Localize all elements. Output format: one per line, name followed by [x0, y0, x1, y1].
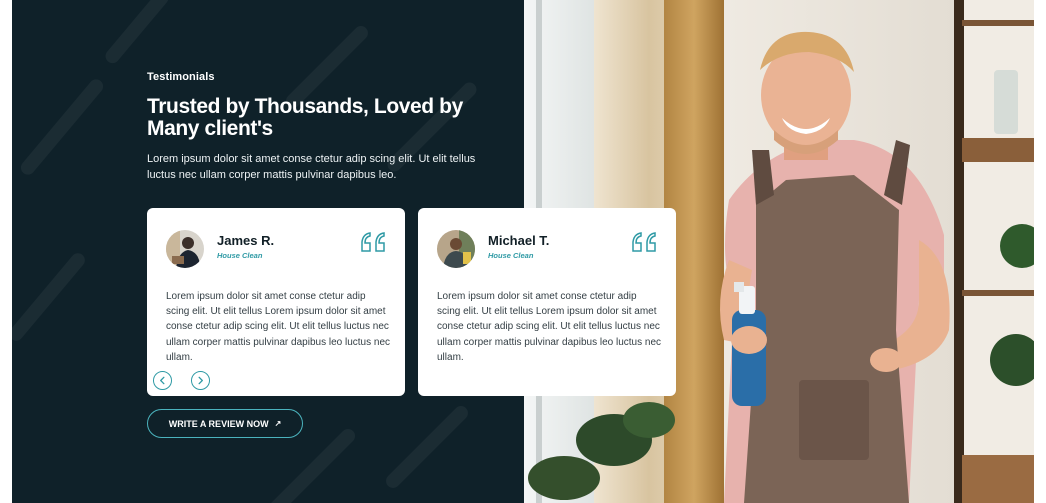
page-edge: [1034, 0, 1046, 503]
decor-streak: [383, 403, 471, 491]
quote-mark-icon: [361, 232, 385, 252]
section-headline: Trusted by Thousands, Loved by Many clie…: [147, 95, 463, 140]
testimonial-text: Lorem ipsum dolor sit amet conse ctetur …: [437, 291, 661, 363]
section-intro: Lorem ipsum dolor sit amet conse ctetur …: [147, 153, 476, 181]
testimonial-card: Michael T. House Clean Lorem ipsum dolor…: [418, 208, 676, 396]
write-review-label: WRITE A REVIEW NOW: [168, 418, 269, 429]
avatar: [166, 230, 204, 268]
reviewer-role: House Clean: [488, 251, 534, 260]
section-eyebrow: Testimonials: [147, 71, 215, 83]
quote-mark-icon: [632, 232, 656, 252]
write-review-button[interactable]: WRITE A REVIEW NOW ↗: [147, 409, 303, 438]
decor-streak: [18, 76, 106, 178]
arrow-up-right-icon: ↗: [274, 419, 282, 428]
reviewer-name: Michael T.: [488, 233, 550, 248]
chevron-right-icon: [198, 376, 203, 385]
testimonial-card: James R. House Clean Lorem ipsum dolor s…: [147, 208, 405, 396]
decor-streak: [102, 0, 172, 66]
chevron-left-icon: [160, 376, 165, 385]
testimonial-text: Lorem ipsum dolor sit amet conse ctetur …: [166, 291, 390, 363]
avatar: [437, 230, 475, 268]
reviewer-role: House Clean: [217, 251, 263, 260]
decor-streak: [12, 250, 88, 344]
reviewer-name: James R.: [217, 233, 275, 248]
slider-next-button[interactable]: [191, 371, 210, 390]
slider-prev-button[interactable]: [153, 371, 172, 390]
